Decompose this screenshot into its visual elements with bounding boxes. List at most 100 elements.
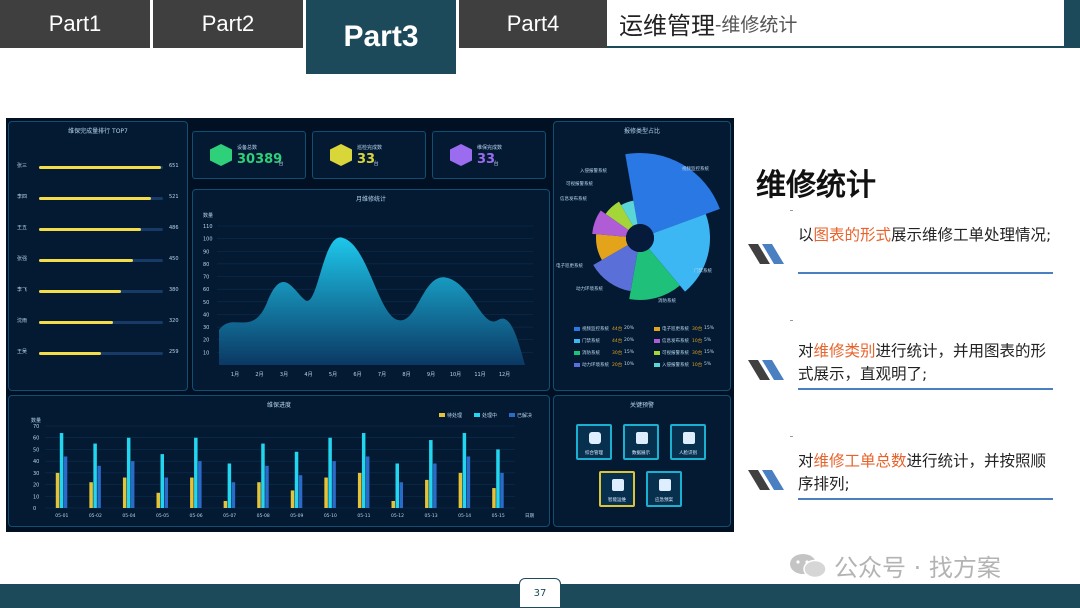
legend-percent: 10% — [624, 362, 635, 367]
monthly-xtick: 11月 — [474, 372, 485, 378]
stat-unit: 台 — [278, 161, 284, 167]
progress-bar — [433, 463, 437, 508]
legend-percent: 5% — [704, 338, 712, 343]
progress-legend-label: 待处理 — [447, 412, 462, 419]
shortcut-camera[interactable]: 人脸识别 — [670, 424, 706, 460]
types-rose-chart: 视频监控系统门禁系统消防系统 动力环境系统 电子巡更系统 信息发布系统 可视报警系统 入侵… — [556, 153, 720, 304]
monthly-xtick: 9月 — [427, 372, 435, 378]
shortcut-bar-chart[interactable]: 数据展示 — [623, 424, 659, 460]
monthly-ytick: 40 — [203, 312, 209, 318]
progress-bar — [391, 500, 395, 508]
legend-value: 44台 — [612, 339, 623, 344]
camera-icon — [683, 432, 695, 444]
stat-value: 33 — [477, 152, 496, 167]
monthly-xtick: 7月 — [378, 372, 386, 378]
top7-value: 651 — [169, 163, 179, 169]
progress-bar — [97, 465, 101, 508]
progress-bar — [194, 437, 198, 508]
point-2: 对维修类别进行统计，并用图表的形式展示，直观明了; — [748, 342, 1053, 390]
stat-value: 30389 — [237, 152, 283, 167]
progress-ytick: 30 — [33, 471, 39, 477]
legend-value: 10台 — [692, 339, 703, 344]
point-1-underline — [798, 272, 1053, 274]
monthly-xtick: 2月 — [255, 372, 263, 378]
shortcuts-title: 关键预警 — [629, 402, 654, 409]
shortcut-grid[interactable]: 综合管理 — [576, 424, 612, 460]
legend-value: 44台 — [612, 327, 623, 332]
monthly-ytick: 80 — [203, 262, 209, 268]
legend-percent: 5% — [704, 362, 712, 367]
monthly-ylabel: 数量 — [203, 212, 213, 219]
top7-bar — [39, 166, 161, 169]
monthly-xtick: 10月 — [450, 372, 461, 378]
progress-xtick: 05-13 — [425, 513, 438, 519]
top7-name: 沈雨 — [17, 318, 28, 324]
legend-percent: 20% — [624, 338, 635, 343]
progress-legend-label: 已解决 — [517, 412, 532, 419]
rose-label: 视频监控系统 — [682, 165, 709, 172]
legend-name: 信息发布系统 — [662, 339, 689, 344]
progress-bar — [164, 477, 168, 508]
gear-icon — [330, 144, 352, 166]
progress-bar-chart: 数量70 60 50 40 30 20 10 0 待处理 处理中 已解决 05-01 05-02 05-0… — [31, 412, 534, 519]
stat-label: 维保完成数 — [477, 145, 503, 151]
monthly-ytick: 30 — [203, 325, 209, 331]
top7-bar — [39, 259, 134, 262]
progress-ytick: 60 — [33, 436, 39, 442]
monthly-xtick: 6月 — [353, 372, 361, 378]
progress-bar — [458, 472, 463, 508]
progress-bar — [492, 488, 496, 508]
monthly-ytick: 100 — [203, 237, 213, 243]
tab-part1[interactable]: Part1 — [0, 0, 150, 48]
monthly-ytick: 20 — [203, 338, 209, 344]
divider-dot — [790, 320, 793, 321]
grid-icon — [589, 432, 601, 444]
monthly-xtick: 12月 — [499, 372, 510, 378]
progress-bar — [361, 433, 366, 508]
progress-bar — [399, 482, 403, 508]
shortcut-target[interactable]: 智能运维 — [599, 471, 635, 507]
monthly-xtick: 1月 — [231, 372, 239, 378]
progress-xtick: 05-08 — [257, 513, 270, 519]
chevron-icon — [748, 470, 784, 490]
progress-xtick: 05-01 — [55, 513, 68, 519]
progress-xtick: 05-15 — [492, 513, 505, 519]
progress-bar — [190, 477, 194, 508]
shortcut-shield[interactable]: 应急预案 — [646, 471, 682, 507]
legend-swatch — [574, 339, 580, 343]
bar-chart-icon — [636, 432, 648, 444]
point-1-text: 以图表的形式展示维修工单处理情况; — [798, 226, 1052, 244]
content-heading: 维修统计 — [756, 168, 876, 203]
legend-swatch — [574, 351, 580, 355]
progress-bar — [265, 465, 269, 508]
progress-bar — [257, 482, 261, 508]
legend-swatch — [654, 351, 660, 355]
progress-bar — [425, 479, 429, 508]
tab-part4[interactable]: Part4 — [459, 0, 607, 48]
progress-bar — [130, 461, 135, 508]
rose-label: 入侵报警系统 — [580, 167, 607, 174]
point-3-text: 对维修工单总数进行统计，并按照顺序排列; — [798, 452, 1047, 493]
progress-legend-label: 处理中 — [482, 412, 497, 419]
top7-title: 维保完成量排行 TOP7 — [68, 128, 128, 135]
legend-swatch — [574, 327, 580, 331]
tab-part2[interactable]: Part2 — [153, 0, 303, 48]
progress-bar — [466, 456, 471, 508]
top7-panel: 维保完成量排行 TOP7 张三 651 李四 521 王五 486 张强 450 李飞 380 沈雨… — [8, 121, 188, 391]
top7-name: 王五 — [17, 225, 28, 231]
progress-xtick: 05-07 — [223, 513, 236, 519]
legend-swatch — [654, 327, 660, 331]
progress-bar — [500, 472, 504, 508]
progress-legend-swatch — [509, 413, 515, 417]
progress-ytick: 50 — [33, 447, 39, 453]
legend-percent: 15% — [624, 350, 635, 355]
legend-name: 动力环境系统 — [582, 363, 609, 368]
monthly-panel: 月维修统计 数量 110 100 90 80 70 60 50 40 30 20 10 1月 2月 3月 4月… — [192, 189, 550, 391]
progress-xtick: 05-05 — [156, 513, 169, 519]
progress-legend-swatch — [474, 413, 480, 417]
tab-part3[interactable]: Part3 — [306, 0, 456, 74]
top7-value: 320 — [169, 318, 179, 324]
divider-dot — [790, 210, 793, 211]
monthly-ytick: 50 — [203, 300, 209, 306]
divider-dot — [790, 436, 793, 437]
